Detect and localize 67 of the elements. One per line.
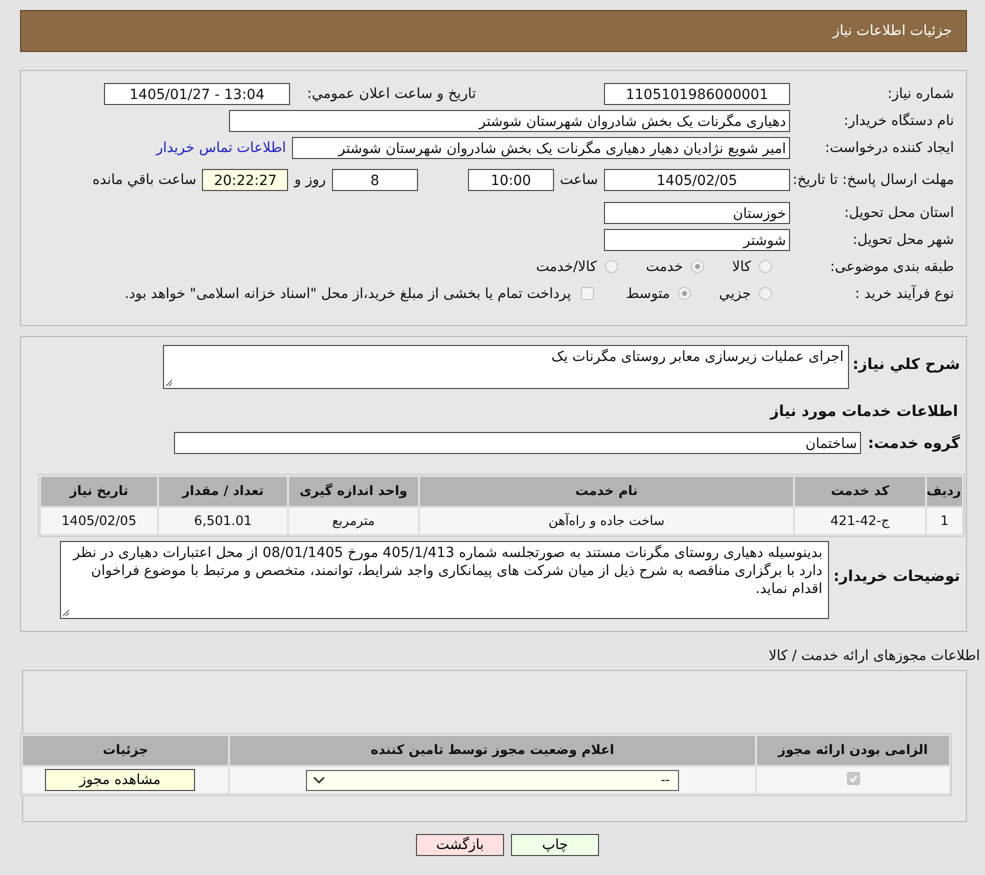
service-group-field: ساختمان <box>174 432 861 454</box>
need-number-field: 1105101986000001 <box>604 82 790 104</box>
field-label: طبقه بندی موضوعی: <box>829 258 955 274</box>
radio-label: خدمت <box>646 258 684 274</box>
radio-label: کالا/خدمت <box>536 258 597 274</box>
view-license-button[interactable]: مشاهده مجوز <box>45 769 195 791</box>
chevron-down-icon <box>313 776 325 784</box>
table-cell: ج-42-421 <box>795 508 925 534</box>
column-header: نام خدمت <box>420 477 793 506</box>
column-header: تاریخ نیاز <box>41 477 157 506</box>
column-header: جزئیات <box>23 736 228 765</box>
resize-grip-icon[interactable] <box>62 609 70 617</box>
field-label: نام دستگاه خریدار: <box>842 112 955 128</box>
section-title: اطلاعات خدمات مورد نیاز <box>768 401 959 422</box>
resize-grip-icon[interactable] <box>164 379 173 387</box>
table-cell: 1 <box>927 508 962 534</box>
buyer-notes-field: بدینوسیله دهیاری روستای مگرنات مستند به صورتجلسه شماره 405/1/413 مورخ 08/01/1405 از محل اعتبارات دهیاری در نظر دارد با برگزاری مناقصه به شرح ذیل از میان شرکت های پیمانکاری واجد شرایط، توانمند، متخصص و مرتبط با موضوع فراخوان اقدام نماید. <box>60 541 830 619</box>
buyer-field: دهیاری مگرنات یک بخش شادروان شهرستان شوشتر <box>229 110 790 132</box>
table-cell: 6,501.01 <box>159 508 287 534</box>
column-header: واحد اندازه گیری <box>289 477 418 506</box>
field-label: نوع فرآیند خرید : <box>854 286 955 302</box>
field-label: تاریخ و ساعت اعلان عمومي: <box>306 86 476 102</box>
column-header: تعداد / مقدار <box>159 477 287 506</box>
days-label: روز و <box>294 172 326 188</box>
column-header: ردیف <box>927 477 962 506</box>
table-cell: مترمربع <box>289 508 418 534</box>
radio-button[interactable] <box>604 260 618 273</box>
radio-button[interactable] <box>759 260 772 273</box>
table-cell: ساخت جاده و راه‌آهن <box>420 508 793 534</box>
remaining-label: ساعت باقي مانده <box>92 172 196 188</box>
column-header: الزامی بودن ارائه مجوز <box>757 736 949 765</box>
radio-label: متوسط <box>626 286 670 302</box>
field-label: گروه خدمت: <box>866 434 961 452</box>
requester-field: امیر شویع نژادیان دهیار دهیاری مگرنات یک بخش شادروان شهرستان شوشتر <box>292 136 790 158</box>
page-title: جزئیات اطلاعات نیاز <box>832 23 952 39</box>
announce-date-field: 1405/01/27 - 13:04 <box>104 82 290 104</box>
column-header: کد خدمت <box>795 477 925 506</box>
section-title: اطلاعات مجوزهای ارائه خدمت / کالا <box>768 648 980 664</box>
field-label: ایجاد کننده درخواست: <box>824 140 955 156</box>
checkbox[interactable] <box>846 772 860 785</box>
field-label: استان محل تحویل: <box>843 204 955 220</box>
radio-label: کالا <box>732 258 751 274</box>
table-cell: 1405/02/05 <box>41 508 157 534</box>
radio-button[interactable] <box>759 287 772 300</box>
city-field: شوشتر <box>604 228 790 250</box>
back-button[interactable]: بازگشت <box>416 834 504 856</box>
deadline-time-field: 10:00 <box>468 169 554 191</box>
province-field: خوزستان <box>604 202 790 224</box>
field-label: توضیحات خریدار: <box>832 566 961 585</box>
field-label: شهر محل تحویل: <box>852 232 955 248</box>
field-label: شماره نیاز: <box>886 86 955 102</box>
checkbox[interactable] <box>581 287 594 300</box>
radio-label: جزیي <box>719 286 751 302</box>
description-field: اجرای عملیات زیرسازی معابر روستای مگرنات یک <box>162 345 849 389</box>
payment-note: پرداخت تمام یا بخشی از مبلغ خرید،از محل "اسناد خزانه اسلامی" خواهد بود. <box>124 286 572 302</box>
radio-button[interactable] <box>691 260 704 273</box>
days-field: 8 <box>332 169 418 191</box>
remaining-time-field: 20:22:27 <box>202 169 288 191</box>
print-button[interactable]: چاپ <box>511 834 599 856</box>
field-label: مهلت ارسال پاسخ: تا تاریخ: <box>792 172 955 188</box>
column-header: اعلام وضعیت مجوز توسط تامین کننده <box>230 736 755 765</box>
field-label: شرح کلي نیاز: <box>852 354 961 373</box>
time-label: ساعت <box>560 172 598 188</box>
status-dropdown[interactable]: -- <box>306 770 679 790</box>
deadline-date-field: 1405/02/05 <box>604 169 790 191</box>
radio-button[interactable] <box>678 287 692 300</box>
buyer-contact-link[interactable]: اطلاعات تماس خریدار <box>156 140 286 156</box>
